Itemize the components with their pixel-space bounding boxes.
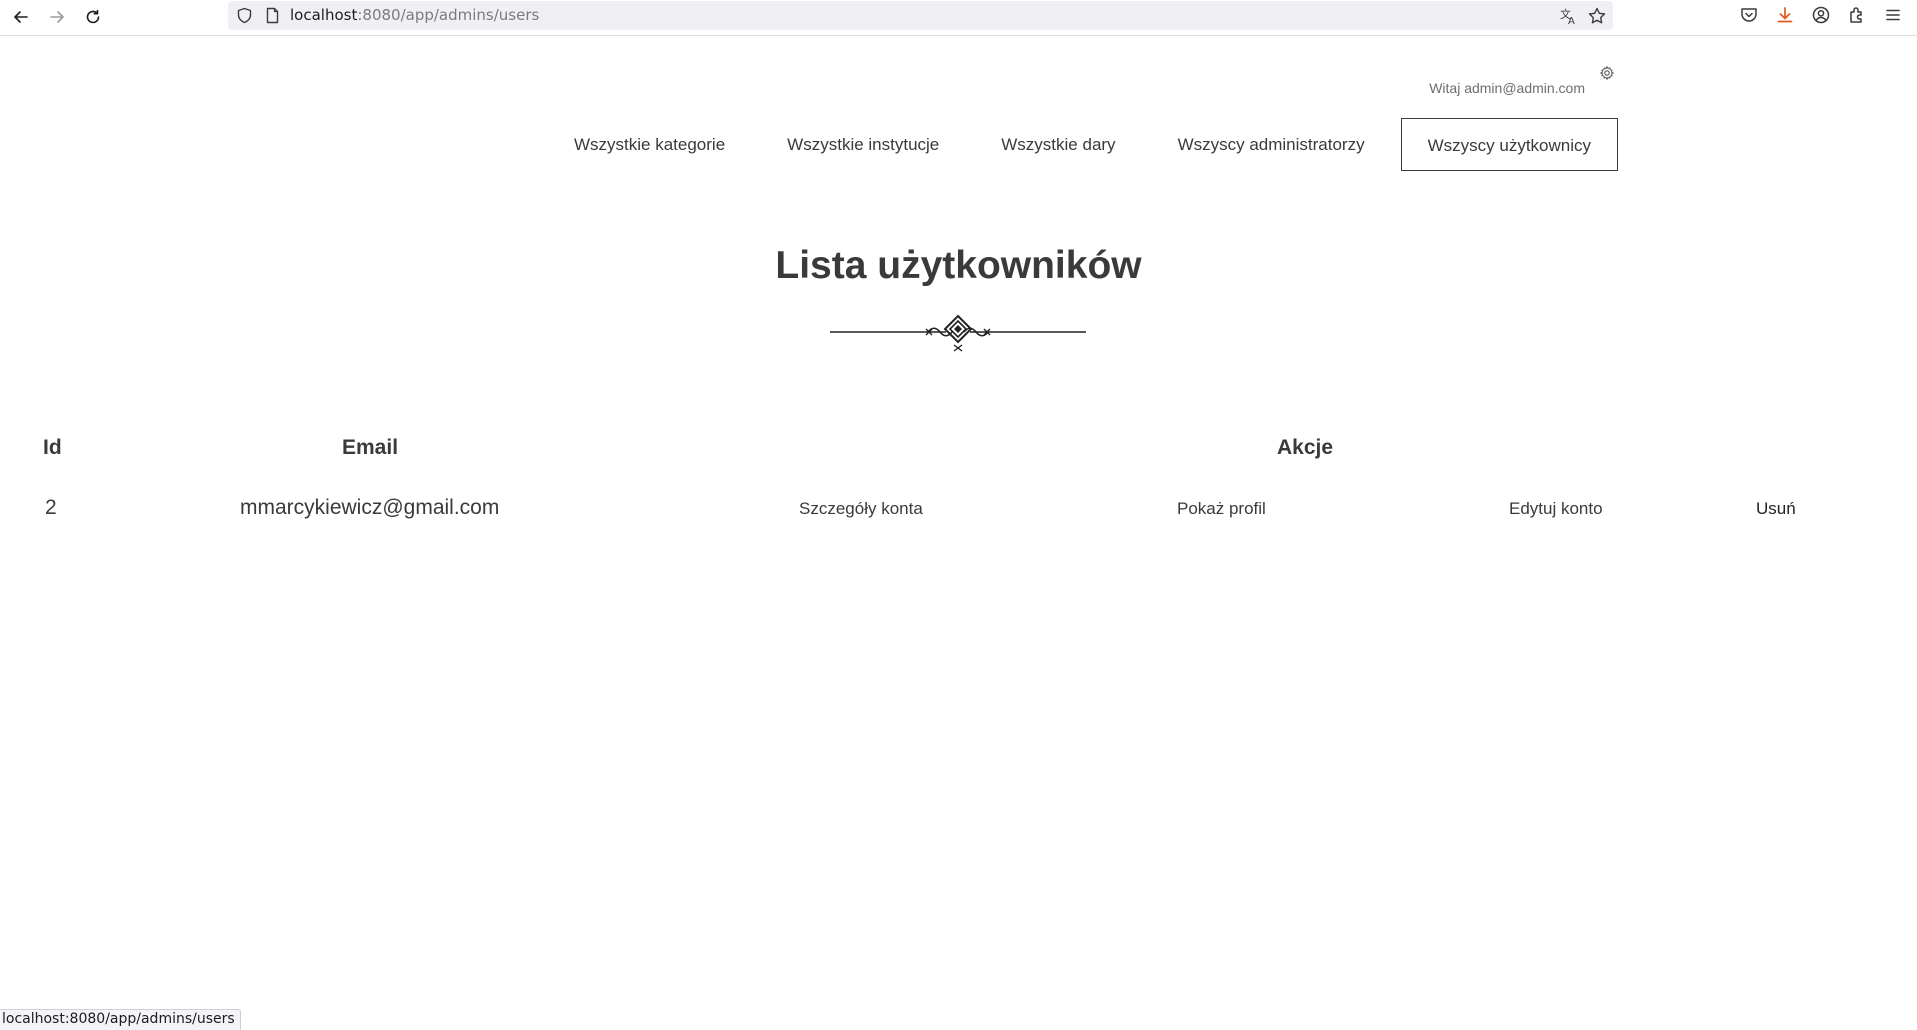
- gear-icon[interactable]: [1599, 65, 1615, 81]
- column-header-email: Email: [342, 436, 399, 459]
- show-profile-link[interactable]: Pokaż profil: [1177, 499, 1266, 519]
- arrow-right-icon: [50, 11, 64, 23]
- svg-text:A: A: [1568, 16, 1575, 26]
- address-bar[interactable]: localhost:8080/app/admins/users 文A: [228, 1, 1613, 30]
- page-icon[interactable]: [264, 7, 281, 24]
- extensions-icon: [1850, 7, 1862, 23]
- nav-all-categories[interactable]: Wszystkie kategorie: [548, 118, 751, 171]
- browser-toolbar: localhost:8080/app/admins/users 文A: [0, 0, 1917, 36]
- account-details-link[interactable]: Szczegóły konta: [799, 499, 923, 519]
- pocket-button[interactable]: [1739, 5, 1759, 25]
- reload-button[interactable]: [78, 3, 108, 31]
- url-path: :8080/app/admins/users: [357, 6, 540, 24]
- nav-all-administrators[interactable]: Wszyscy administratorzy: [1152, 118, 1391, 171]
- page-title: Lista użytkowników: [775, 244, 1142, 287]
- app-menu-button[interactable]: [1883, 5, 1903, 25]
- delete-user-button[interactable]: Usuń: [1756, 499, 1796, 519]
- column-header-actions: Akcje: [1277, 436, 1334, 459]
- downloads-button[interactable]: [1775, 5, 1795, 25]
- cell-email: mmarcykiewicz@gmail.com: [240, 496, 500, 519]
- url-host: localhost: [290, 6, 358, 24]
- nav-all-users[interactable]: Wszyscy użytkownicy: [1400, 118, 1619, 171]
- translate-icon[interactable]: 文A: [1559, 6, 1579, 26]
- hamburger-menu-icon: [1886, 9, 1900, 21]
- main-nav: Wszystkie kategorie Wszystkie instytucje…: [548, 118, 1619, 171]
- nav-all-institutions[interactable]: Wszystkie instytucje: [761, 118, 965, 171]
- decorative-divider-icon: [830, 314, 1086, 352]
- nav-all-donations[interactable]: Wszystkie dary: [975, 118, 1141, 171]
- reload-icon: [86, 9, 100, 24]
- url-text[interactable]: localhost:8080/app/admins/users: [290, 6, 539, 24]
- back-button[interactable]: [6, 3, 36, 31]
- edit-account-link[interactable]: Edytuj konto: [1509, 499, 1603, 519]
- column-header-id: Id: [43, 436, 62, 459]
- account-icon: [1812, 6, 1830, 24]
- status-bar-url: localhost:8080/app/admins/users: [0, 1009, 241, 1030]
- forward-button[interactable]: [42, 3, 72, 31]
- pocket-icon: [1741, 8, 1757, 22]
- account-button[interactable]: [1811, 5, 1831, 25]
- shield-icon[interactable]: [236, 7, 253, 24]
- greeting-text: Witaj admin@admin.com: [1429, 80, 1585, 96]
- arrow-left-icon: [14, 11, 28, 23]
- download-icon: [1777, 7, 1793, 23]
- cell-id: 2: [45, 496, 57, 519]
- extensions-button[interactable]: [1847, 5, 1867, 25]
- star-icon[interactable]: [1587, 6, 1607, 26]
